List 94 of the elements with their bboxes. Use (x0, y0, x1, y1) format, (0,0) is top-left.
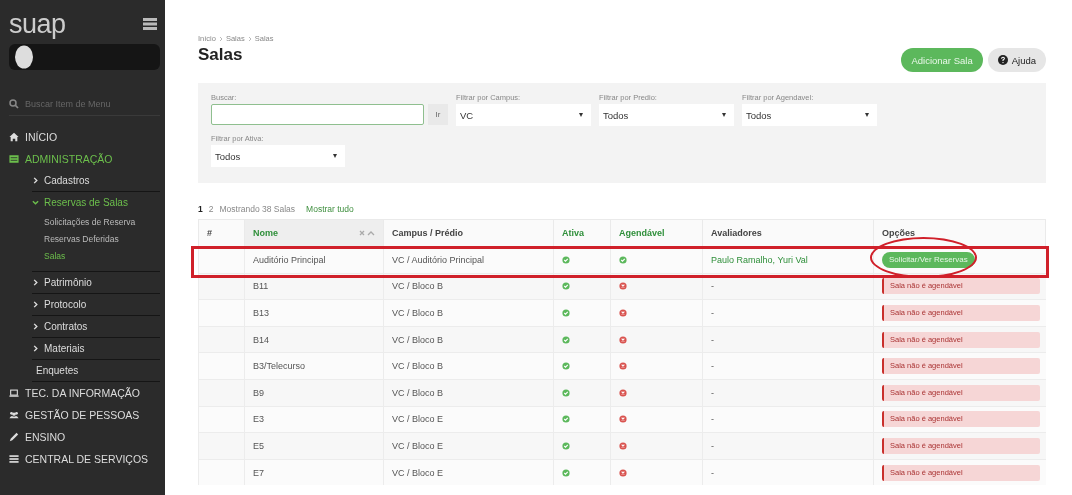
chevron-right-icon (32, 279, 39, 286)
menu-item[interactable]: Patrimônio (32, 272, 160, 294)
menu-item[interactable]: ADMINISTRAÇÃO (9, 148, 160, 170)
menu-item[interactable]: Protocolo (32, 294, 160, 316)
people-icon (9, 410, 19, 420)
table-cell: E5 (244, 432, 384, 460)
list-icon (9, 154, 19, 164)
table-cell: B9 (244, 379, 384, 407)
column-header: Avaliadores (702, 219, 874, 247)
check-icon (619, 255, 627, 264)
laptop-icon (9, 388, 19, 398)
menu-item[interactable]: Reservas de Salas (32, 192, 160, 213)
menu-icon[interactable] (143, 18, 157, 30)
check-icon (562, 255, 570, 264)
cross-icon (619, 468, 627, 477)
table-cell: - (702, 432, 874, 460)
cross-icon (619, 415, 627, 424)
table-cell: VC / Bloco B (383, 379, 554, 407)
table-cell: VC / Bloco E (383, 406, 554, 433)
help-icon (997, 55, 1008, 65)
search-field[interactable] (211, 104, 424, 125)
cross-icon (619, 335, 627, 344)
table-cell: E7 (244, 459, 384, 486)
chevron-right-icon (217, 35, 224, 42)
menu-item[interactable]: Contratos (32, 316, 160, 338)
check-icon (562, 441, 570, 450)
filter-select[interactable]: Todos (599, 104, 734, 126)
check-icon (562, 468, 570, 477)
menu-item[interactable]: INÍCIO (9, 126, 160, 148)
check-icon (562, 415, 570, 424)
help-button[interactable]: Ajuda (987, 48, 1046, 72)
chevron-right-icon (32, 345, 39, 352)
check-icon (562, 282, 570, 291)
column-header: Campus / Prédio (383, 219, 554, 247)
show-all-link[interactable]: Mostrar tudo (306, 204, 354, 214)
column-header: Opções (873, 219, 1046, 247)
table-cell: B3/Telecurso (244, 352, 384, 380)
search-icon (9, 99, 19, 109)
home-icon (9, 132, 19, 142)
table-cell: B14 (244, 326, 384, 353)
menu-item[interactable]: Cadastros (32, 170, 160, 192)
table-cell: - (702, 379, 874, 407)
menu-item[interactable]: TEC. DA INFORMAÇÃO (9, 382, 160, 404)
cross-icon (619, 441, 627, 450)
cross-icon (619, 388, 627, 397)
user-bar[interactable] (9, 44, 160, 70)
table-cell: - (702, 352, 874, 380)
avatar (14, 45, 34, 69)
menu-item[interactable]: GESTÃO DE PESSOAS (9, 404, 160, 426)
logo[interactable]: suap (9, 8, 66, 40)
filter-select[interactable]: Todos (211, 145, 345, 167)
results-count: Mostrando 38 Salas (219, 204, 296, 214)
page-title: Salas (198, 45, 244, 65)
table-cell: VC / Bloco B (383, 352, 554, 380)
table-cell: - (702, 299, 874, 327)
menu-item[interactable]: Materiais (32, 338, 160, 360)
table-cell: VC / Bloco B (383, 326, 554, 353)
column-header[interactable]: Nome (244, 219, 384, 247)
check-icon (562, 388, 570, 397)
menu-item[interactable]: CENTRAL DE SERVIÇOS (9, 448, 160, 470)
pencil-icon (9, 432, 19, 442)
column-header[interactable]: Ativa (553, 219, 611, 247)
page-link[interactable]: 2 (208, 204, 214, 214)
list-icon (9, 454, 19, 464)
check-icon (562, 362, 570, 371)
table-cell: - (702, 326, 874, 353)
table-cell: VC / Bloco E (383, 432, 554, 460)
table-cell: VC / Bloco B (383, 299, 554, 327)
filter-select[interactable]: VC (456, 104, 591, 126)
cross-icon (619, 282, 627, 291)
table-cell: - (702, 406, 874, 433)
page-link[interactable]: 1 (198, 204, 203, 214)
chevron-down-icon (32, 199, 39, 206)
column-header[interactable]: Agendável (610, 219, 703, 247)
chevron-right-icon (32, 177, 39, 184)
menu-item[interactable]: Reservas Deferidas (44, 231, 160, 248)
menu-item[interactable]: Solicitações de Reserva (44, 214, 160, 231)
menu-item[interactable]: ENSINO (9, 426, 160, 448)
chevron-right-icon (32, 323, 39, 330)
menu-item[interactable]: Salas (44, 248, 160, 265)
check-icon (562, 335, 570, 344)
chevron-right-icon (246, 35, 253, 42)
table-cell: B13 (244, 299, 384, 327)
cross-icon (619, 362, 627, 371)
cross-icon (619, 309, 627, 317)
table-cell: VC / Bloco E (383, 459, 554, 486)
go-button[interactable]: Ir (428, 104, 448, 125)
table-cell: E3 (244, 406, 384, 433)
column-header: # (198, 219, 245, 247)
menu-item[interactable]: Enquetes (32, 360, 160, 382)
filter-select[interactable]: Todos (742, 104, 877, 126)
table-cell: - (702, 459, 874, 486)
chevron-right-icon (32, 301, 39, 308)
check-icon (562, 309, 570, 317)
